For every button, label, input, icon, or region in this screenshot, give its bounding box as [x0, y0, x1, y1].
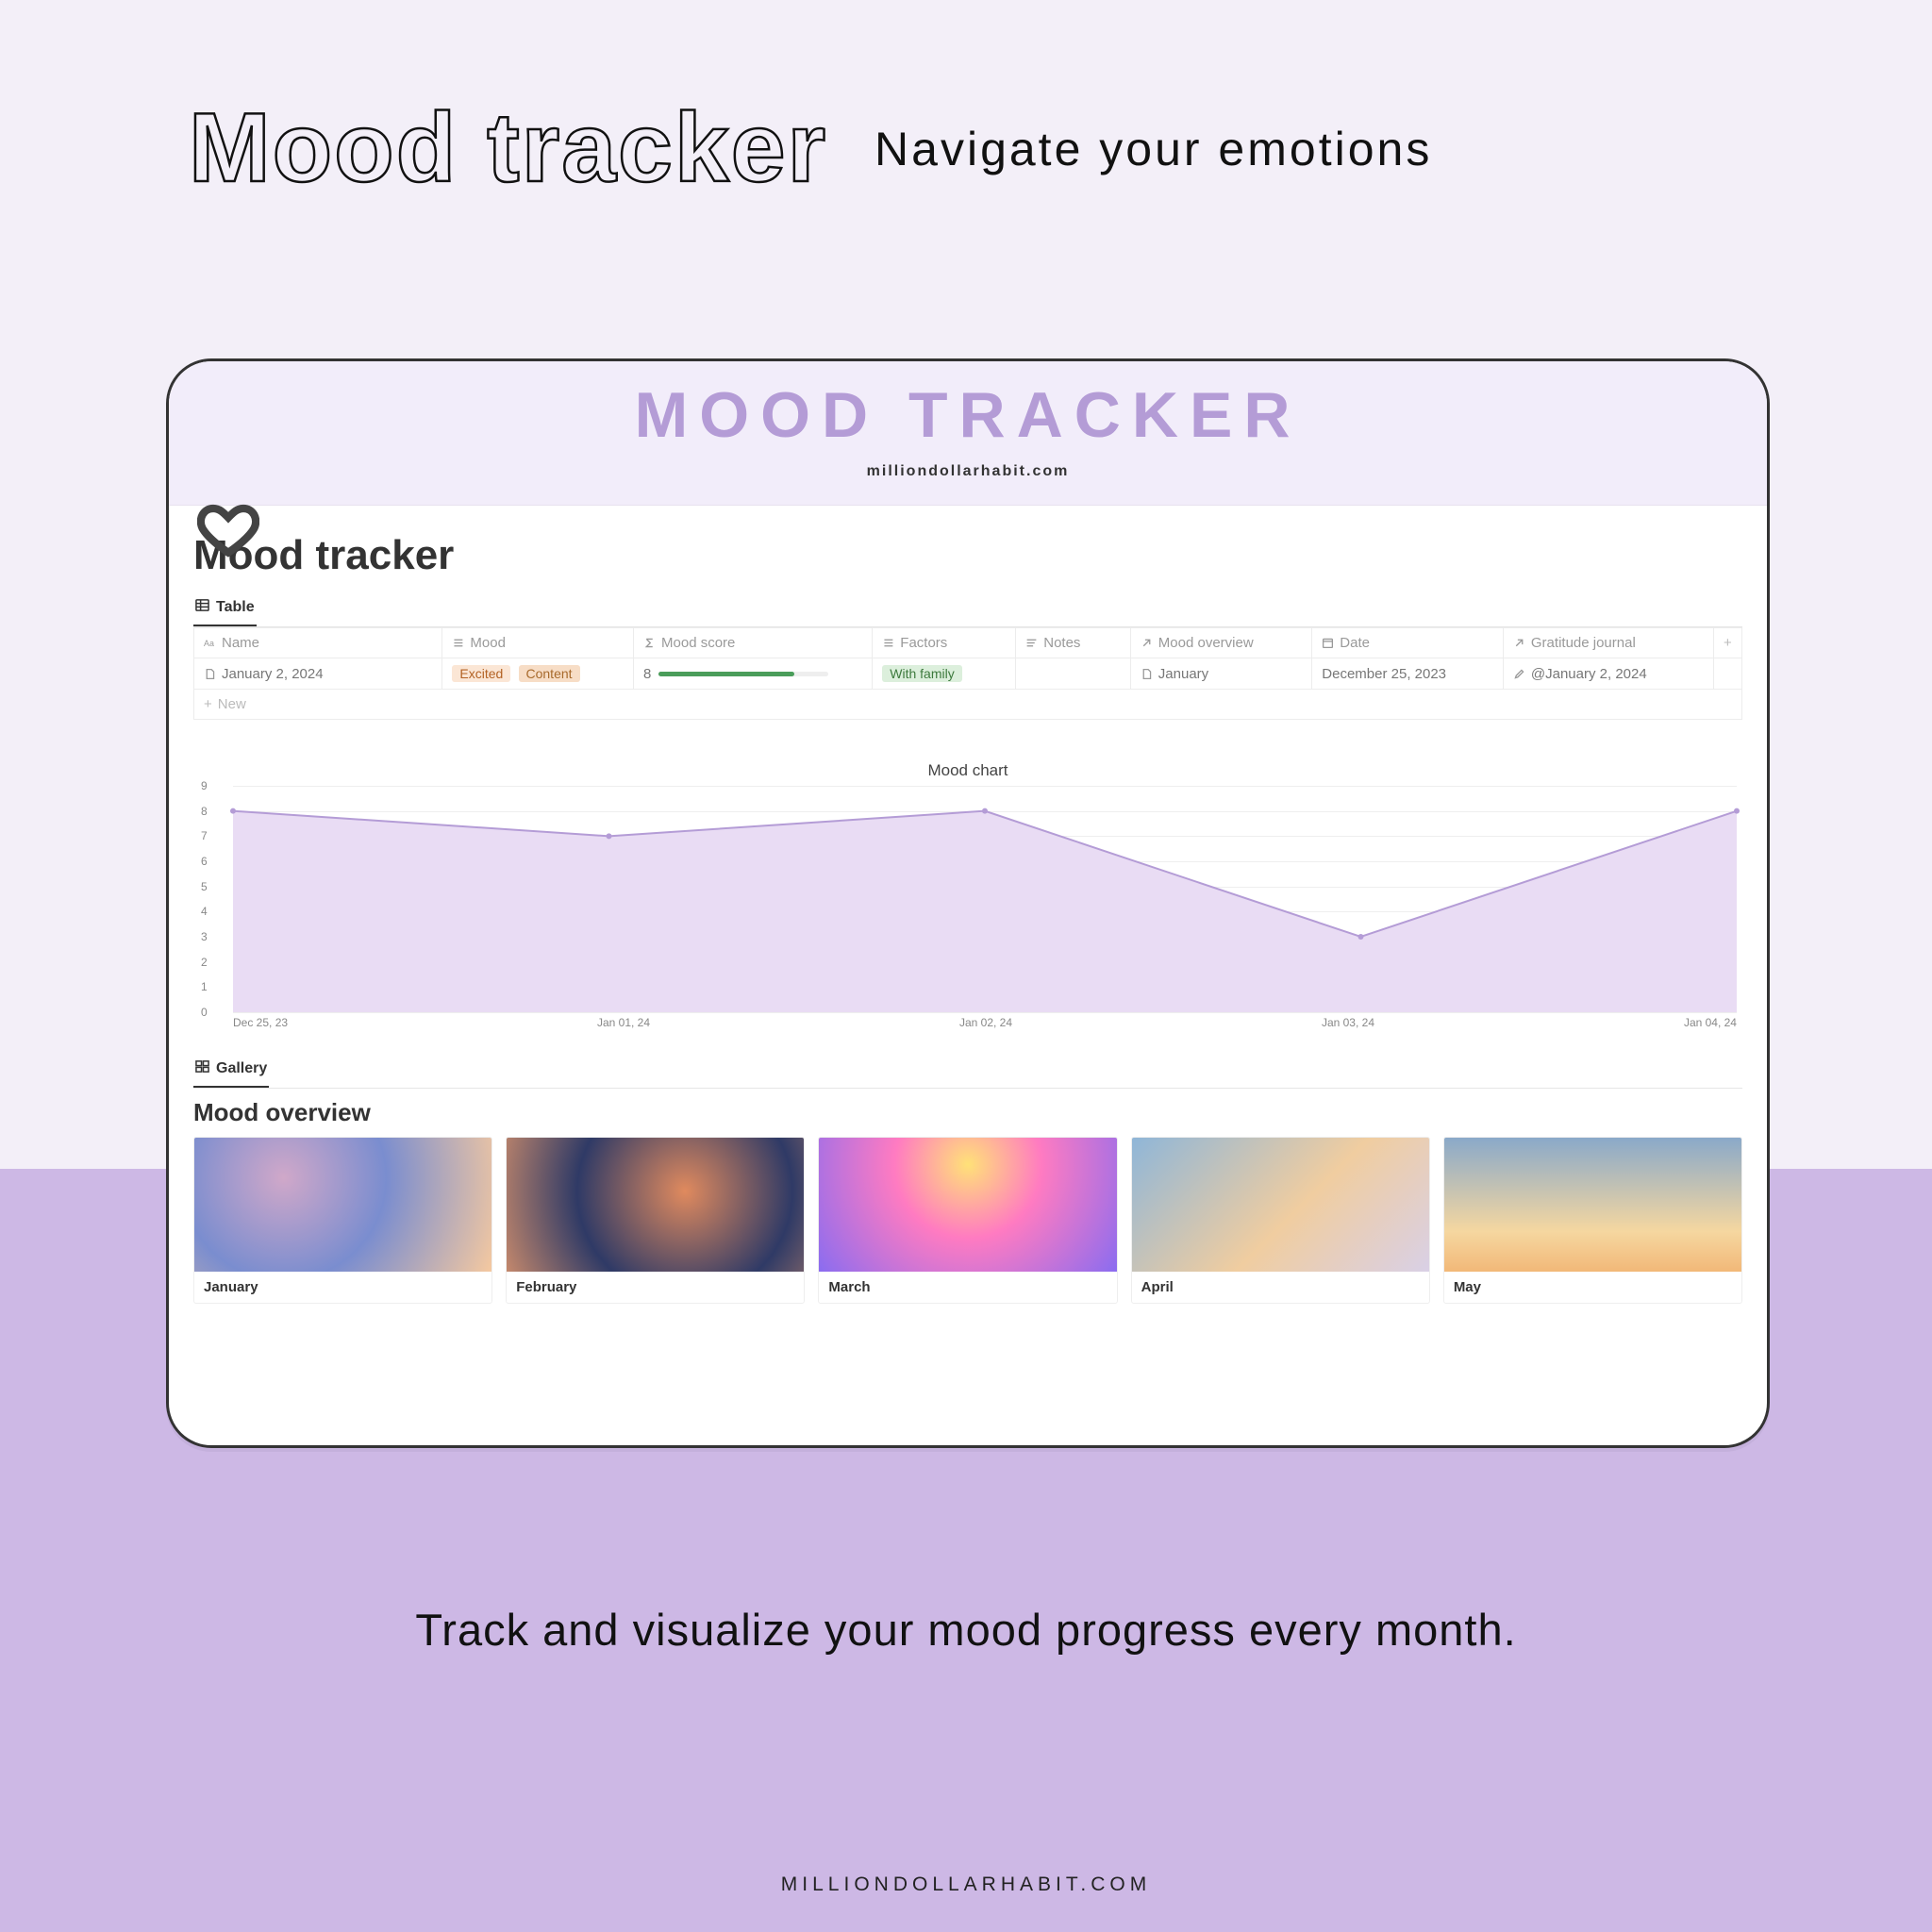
col-date-label: Date	[1340, 635, 1370, 651]
cell-gratitude[interactable]: @January 2, 2024	[1531, 666, 1647, 682]
gallery-label: February	[507, 1272, 804, 1303]
table-icon	[195, 598, 209, 617]
col-mood-label: Mood	[470, 635, 506, 651]
chart-x-label: Jan 01, 24	[597, 1016, 650, 1029]
col-notes-label: Notes	[1043, 635, 1080, 651]
col-gratitude[interactable]: Gratitude journal	[1503, 628, 1713, 658]
gallery-label: May	[1444, 1272, 1741, 1303]
gallery-thumb	[1444, 1138, 1741, 1272]
gallery-label: March	[819, 1272, 1116, 1303]
add-column-button[interactable]: +	[1713, 628, 1741, 658]
page-icon	[204, 668, 216, 680]
text-icon: Aa	[204, 637, 216, 649]
chart-title: Mood chart	[193, 761, 1742, 780]
col-score[interactable]: Mood score	[634, 628, 873, 658]
calendar-icon	[1322, 637, 1334, 649]
cell-overview[interactable]: January	[1158, 666, 1208, 682]
notes-icon	[1025, 637, 1038, 649]
cell-score-value: 8	[643, 666, 651, 682]
mood-table: Aa Name Mood Mood score Factors Notes Moo…	[193, 627, 1742, 720]
gallery-thumb	[819, 1138, 1116, 1272]
mood-chart: 0123456789	[233, 786, 1737, 1012]
list-icon	[452, 637, 464, 649]
chart-x-label: Jan 04, 24	[1684, 1016, 1737, 1029]
col-name-label: Name	[222, 635, 259, 651]
cell-date: December 25, 2023	[1322, 666, 1446, 682]
new-row-label: New	[218, 696, 246, 712]
arrow-up-right-icon	[1513, 637, 1525, 649]
tab-gallery[interactable]: Gallery	[193, 1054, 269, 1088]
brand-title: MOOD TRACKER	[169, 378, 1767, 452]
gallery-card[interactable]: February	[506, 1137, 805, 1304]
tab-table-label: Table	[216, 599, 255, 616]
app-header: MOOD TRACKER milliondollarhabit.com	[169, 361, 1767, 506]
arrow-up-right-icon	[1141, 637, 1153, 649]
col-factors-label: Factors	[900, 635, 947, 651]
heart-icon	[197, 498, 259, 560]
col-notes[interactable]: Notes	[1016, 628, 1131, 658]
chart-x-label: Jan 02, 24	[959, 1016, 1012, 1029]
tagline: Track and visualize your mood progress e…	[0, 1604, 1932, 1656]
cell-name: January 2, 2024	[222, 666, 324, 682]
tab-table[interactable]: Table	[193, 592, 257, 626]
footer-site: MILLIONDOLLARHABIT.COM	[0, 1874, 1932, 1896]
page-title: Mood tracker	[193, 532, 1742, 579]
gallery-thumb	[507, 1138, 804, 1272]
chart-x-label: Dec 25, 23	[233, 1016, 288, 1029]
mood-overview-title: Mood overview	[193, 1098, 1742, 1127]
col-mood[interactable]: Mood	[442, 628, 634, 658]
page-icon	[1141, 668, 1153, 680]
mood-tag[interactable]: Content	[519, 665, 580, 682]
brand-site: milliondollarhabit.com	[169, 463, 1767, 480]
svg-text:Aa: Aa	[204, 639, 214, 648]
gallery-card[interactable]: January	[193, 1137, 492, 1304]
col-gratitude-label: Gratitude journal	[1531, 635, 1636, 651]
hero-subtitle: Navigate your emotions	[874, 122, 1432, 176]
tab-gallery-label: Gallery	[216, 1060, 267, 1077]
gallery-icon	[195, 1059, 209, 1078]
new-row-button[interactable]: +New	[194, 690, 1742, 720]
sigma-icon	[643, 637, 656, 649]
gallery-card[interactable]: April	[1131, 1137, 1430, 1304]
gallery-label: April	[1132, 1272, 1429, 1303]
gallery-thumb	[1132, 1138, 1429, 1272]
gallery-card[interactable]: May	[1443, 1137, 1742, 1304]
hero-title: Mood tracker	[189, 92, 827, 205]
col-overview-label: Mood overview	[1158, 635, 1254, 651]
score-bar	[658, 672, 828, 676]
gallery-label: January	[194, 1272, 491, 1303]
table-row[interactable]: January 2, 2024 Excited Content 8 With f…	[194, 658, 1742, 690]
mood-tag[interactable]: Excited	[452, 665, 510, 682]
col-overview[interactable]: Mood overview	[1130, 628, 1311, 658]
list-icon	[882, 637, 894, 649]
col-score-label: Mood score	[661, 635, 735, 651]
col-factors[interactable]: Factors	[873, 628, 1016, 658]
gallery-thumb	[194, 1138, 491, 1272]
app-window: MOOD TRACKER milliondollarhabit.com Mood…	[166, 358, 1770, 1448]
col-name[interactable]: Aa Name	[194, 628, 442, 658]
mood-gallery: January February March April May	[169, 1137, 1767, 1328]
factor-tag[interactable]: With family	[882, 665, 961, 682]
chart-x-label: Jan 03, 24	[1322, 1016, 1374, 1029]
table-header-row: Aa Name Mood Mood score Factors Notes Moo…	[194, 628, 1742, 658]
gallery-card[interactable]: March	[818, 1137, 1117, 1304]
pencil-icon	[1513, 668, 1525, 680]
col-date[interactable]: Date	[1312, 628, 1504, 658]
